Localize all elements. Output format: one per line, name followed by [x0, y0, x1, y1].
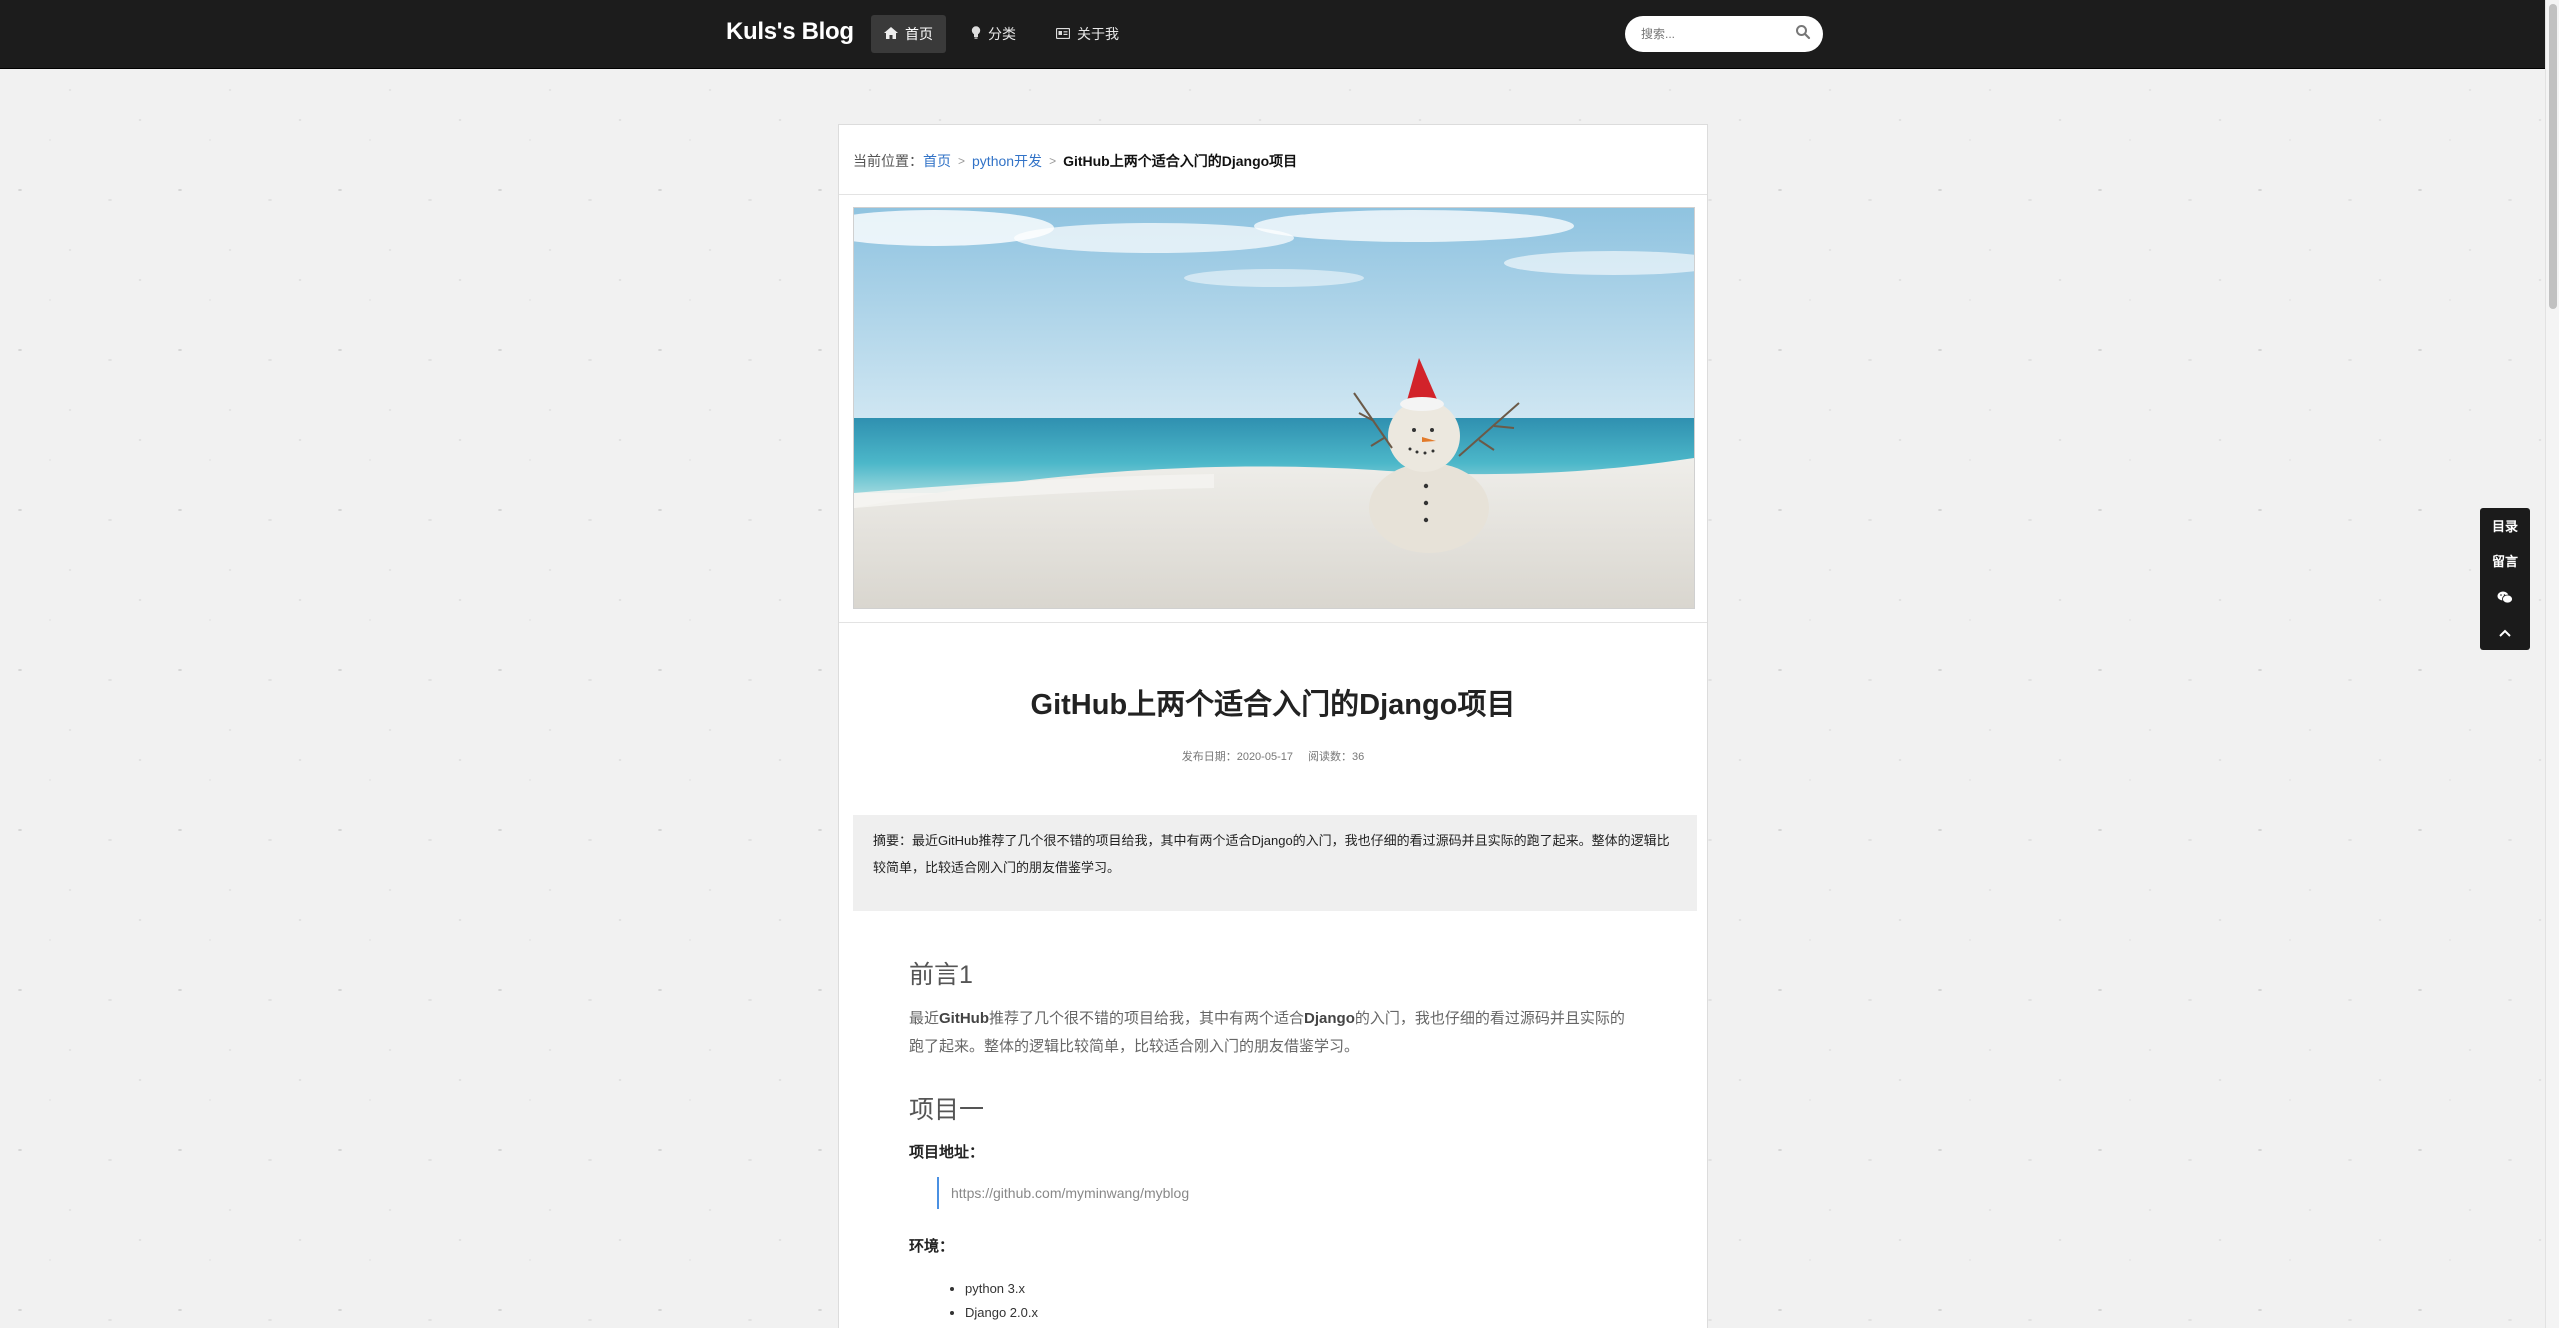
publish-date-value: 2020-05-17 — [1236, 751, 1293, 763]
floating-toolbar: 目录 留言 — [2480, 508, 2530, 650]
breadcrumb-link-category[interactable]: python开发 — [972, 151, 1042, 171]
article-card: 当前位置： 首页 > python开发 > GitHub上两个适合入门的Djan… — [838, 124, 1708, 1328]
article-meta: 发布日期：2020-05-17 阅读数：36 — [839, 748, 1707, 764]
paragraph: 最近GitHub推荐了几个很不错的项目给我，其中有两个适合Django的入门，我… — [909, 1005, 1639, 1061]
home-icon — [884, 26, 898, 42]
wechat-button[interactable] — [2480, 580, 2530, 614]
breadcrumb-link-home[interactable]: 首页 — [923, 151, 951, 171]
nav-item-label: 关于我 — [1077, 26, 1119, 42]
wechat-icon — [2497, 589, 2513, 604]
breadcrumb-separator: > — [958, 154, 966, 168]
publish-date: 发布日期：2020-05-17 — [1182, 751, 1293, 763]
top-navbar: Kuls's Blog 首页 分类 关于我 — [0, 0, 2545, 69]
comment-button[interactable]: 留言 — [2480, 545, 2530, 579]
breadcrumb-prefix: 当前位置： — [853, 153, 923, 169]
search-input[interactable] — [1639, 26, 1793, 42]
summary-text: 最近GitHub推荐了几个很不错的项目给我，其中有两个适合Django的入门，我… — [873, 833, 1670, 875]
read-count-label: 阅读数： — [1308, 751, 1353, 763]
section-heading: 前言1 — [909, 961, 973, 989]
section-heading: 项目一 — [909, 1096, 985, 1124]
toc-button[interactable]: 目录 — [2480, 510, 2530, 544]
hero-image — [853, 207, 1695, 609]
page-scrollbar[interactable] — [2545, 0, 2559, 1328]
article-summary: 摘要：最近GitHub推荐了几个很不错的项目给我，其中有两个适合Django的入… — [853, 815, 1697, 911]
publish-date-label: 发布日期： — [1181, 751, 1237, 763]
chevron-up-icon — [2499, 624, 2511, 639]
id-card-icon — [1055, 27, 1071, 42]
scrollbar-thumb[interactable] — [2549, 4, 2557, 309]
search-icon[interactable] — [1795, 24, 1811, 40]
article-title: GitHub上两个适合入门的Django项目 — [1030, 689, 1516, 721]
nav-item-label: 首页 — [905, 26, 933, 42]
project-address-label: 项目地址： — [909, 1144, 985, 1161]
back-to-top-button[interactable] — [2480, 615, 2530, 649]
breadcrumb-current: GitHub上两个适合入门的Django项目 — [1063, 153, 1298, 169]
list-item: Django 2.0.x — [965, 1301, 1038, 1325]
nav-item-category[interactable]: 分类 — [958, 15, 1029, 53]
text-run-bold: GitHub — [939, 1010, 990, 1027]
breadcrumb-separator: > — [1049, 154, 1057, 168]
divider — [839, 622, 1707, 623]
text-run: 最近 — [909, 1010, 940, 1027]
project-url-quote[interactable]: https://github.com/myminwang/myblog — [937, 1177, 1189, 1209]
read-count: 阅读数：36 — [1308, 751, 1364, 763]
search-box — [1625, 16, 1823, 52]
lightbulb-icon — [971, 26, 981, 42]
nav-item-label: 分类 — [988, 26, 1016, 42]
environment-label: 环境： — [909, 1238, 955, 1255]
nav-item-home[interactable]: 首页 — [871, 15, 946, 53]
nav-item-about[interactable]: 关于我 — [1043, 15, 1132, 53]
article-content: 前言1 最近GitHub推荐了几个很不错的项目给我，其中有两个适合Django的… — [909, 955, 1639, 1320]
divider — [839, 194, 1707, 195]
read-count-value: 36 — [1352, 751, 1365, 763]
environment-list: python 3.x Django 2.0.x — [939, 1277, 1038, 1325]
text-run-bold: Django — [1304, 1010, 1355, 1027]
breadcrumb: 当前位置： 首页 > python开发 > GitHub上两个适合入门的Djan… — [853, 151, 1297, 171]
text-run: 推荐了几个很不错的项目给我，其中有两个适合 — [989, 1010, 1305, 1027]
list-item: python 3.x — [965, 1277, 1038, 1301]
site-brand[interactable]: Kuls's Blog — [726, 18, 854, 46]
summary-label: 摘要： — [873, 833, 913, 848]
